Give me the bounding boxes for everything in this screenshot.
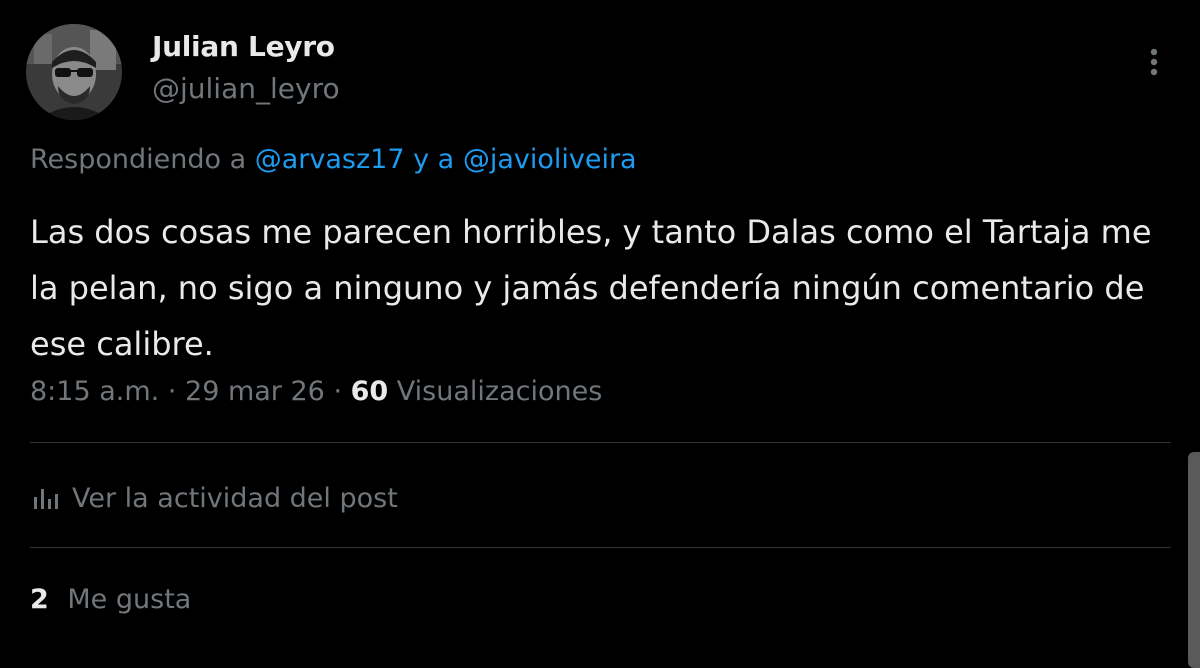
views-label: Visualizaciones [396,376,603,407]
scrollbar-thumb[interactable] [1188,452,1200,668]
divider [30,442,1171,443]
post-detail: Julian Leyro @julian_leyro Respondiendo … [0,0,1200,668]
avatar-photo [26,24,122,120]
reply-prefix: Respondiendo a [30,144,247,175]
author-handle[interactable]: @julian_leyro [152,72,340,105]
analytics-icon [34,489,58,509]
tweet-meta: 8:15 a.m. · 29 mar 26 · 60 Visualizacion… [30,376,602,407]
author-display-name[interactable]: Julian Leyro [152,30,335,63]
views-count: 60 [350,376,389,407]
mention-link-arvasz17[interactable]: @arvasz17 [255,144,405,175]
meta-separator: · [167,376,177,407]
likes-count: 2 [30,584,49,615]
likes-link[interactable]: 2 Me gusta [30,584,191,615]
meta-separator: · [333,376,343,407]
tweet-date[interactable]: 29 mar 26 [185,376,325,407]
divider [30,547,1171,548]
reply-connector[interactable]: y a [413,144,454,175]
avatar[interactable] [26,24,122,120]
more-vertical-icon [1150,48,1158,76]
more-options-button[interactable] [1136,40,1172,84]
tweet-text: Las dos cosas me parecen horribles, y ta… [30,213,1152,363]
mention-link-javioliveira[interactable]: @javioliveira [463,144,637,175]
view-post-activity-label: Ver la actividad del post [72,482,398,514]
likes-label: Me gusta [67,584,192,615]
tweet-time[interactable]: 8:15 a.m. [30,376,159,407]
reply-context: Respondiendo a @arvasz17 y a @javiolivei… [30,144,637,175]
view-post-activity-button[interactable]: Ver la actividad del post [30,478,398,518]
